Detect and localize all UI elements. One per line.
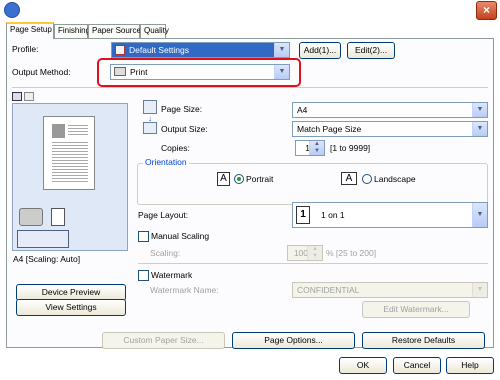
output-size-select[interactable]: Match Page Size ▼ (292, 121, 488, 137)
preview-mode-icon[interactable] (12, 92, 22, 101)
edit-watermark-button[interactable]: Edit Watermark... (362, 301, 470, 318)
tab-finishing[interactable]: Finishing (54, 24, 90, 38)
copies-range: [1 to 9999] (330, 143, 371, 153)
copies-label: Copies: (161, 143, 190, 153)
chevron-down-icon: ▼ (472, 122, 487, 136)
profile-icon (115, 45, 125, 55)
page-layout-label: Page Layout: (138, 210, 189, 220)
landscape-radio[interactable] (362, 174, 372, 184)
profile-value: Default Settings (129, 45, 190, 55)
profile-edit-button[interactable]: Edit(2)... (347, 42, 395, 59)
orientation-label: Orientation (143, 157, 189, 168)
output-size-value: Match Page Size (297, 124, 362, 134)
chevron-down-icon: ▼ (472, 203, 487, 227)
highlight-box (97, 58, 301, 87)
page-preview-image (43, 116, 95, 190)
tab-quality[interactable]: Quality (140, 24, 169, 38)
landscape-label[interactable]: Landscape (374, 174, 416, 185)
page-options-button[interactable]: Page Options... (232, 332, 355, 349)
ok-button[interactable]: OK (339, 357, 387, 374)
watermark-name-label: Watermark Name: (150, 285, 219, 295)
page-layout-select[interactable]: 1 1 on 1 ▼ (292, 202, 488, 228)
manual-scaling-checkbox[interactable] (138, 231, 149, 242)
watermark-value: CONFIDENTIAL (297, 285, 360, 295)
cancel-button[interactable]: Cancel (393, 357, 441, 374)
divider (138, 263, 488, 264)
output-size-icon (143, 122, 157, 134)
chevron-down-icon: ▼ (472, 103, 487, 117)
chevron-down-icon: ▼ (274, 43, 289, 57)
scaling-stepper[interactable]: 100 ▲ ▼ (287, 245, 323, 261)
manual-scaling-label[interactable]: Manual Scaling (151, 231, 209, 242)
page-size-label: Page Size: (161, 104, 203, 114)
watermark-select[interactable]: CONFIDENTIAL ▼ (292, 282, 488, 298)
watermark-label[interactable]: Watermark (151, 270, 192, 281)
tab-paper-source[interactable]: Paper Source (88, 24, 141, 38)
restore-defaults-button[interactable]: Restore Defaults (362, 332, 485, 349)
profile-label: Profile: (12, 44, 39, 54)
page-size-value: A4 (297, 105, 308, 115)
profile-add-button[interactable]: Add(1)... (299, 42, 341, 59)
finishing-icons (17, 230, 69, 248)
preview-area (12, 103, 128, 251)
help-button[interactable]: Help (446, 357, 494, 374)
copies-stepper[interactable]: 1 ▲ ▼ (295, 140, 325, 156)
portrait-label[interactable]: Portrait (246, 174, 273, 185)
page-size-select[interactable]: A4 ▼ (292, 102, 488, 118)
close-button[interactable]: × (476, 1, 497, 20)
stack-icon (51, 208, 65, 226)
watermark-checkbox[interactable] (138, 270, 149, 281)
printer-view-icon[interactable] (24, 92, 34, 101)
scaling-label: Scaling: (150, 248, 181, 258)
orientation-group (137, 163, 488, 205)
scaling-range: % [25 to 200] (326, 248, 377, 258)
tab-page-setup[interactable]: Page Setup (6, 22, 54, 39)
spin-icon[interactable]: ▲ ▼ (307, 246, 322, 260)
chevron-down-icon: ▼ (472, 283, 487, 297)
app-logo-icon (4, 2, 20, 18)
page-layout-icon: 1 (296, 206, 310, 224)
title-bar: × (0, 0, 500, 22)
profile-select[interactable]: Default Settings ▼ (111, 42, 290, 58)
spin-icon[interactable]: ▲ ▼ (309, 141, 324, 155)
preview-caption: A4 [Scaling: Auto] (13, 254, 81, 264)
page-size-icon (143, 100, 157, 114)
landscape-icon: A (341, 172, 357, 185)
output-method-label: Output Method: (12, 67, 71, 77)
custom-paper-size-button[interactable]: Custom Paper Size... (102, 332, 225, 349)
view-settings-button[interactable]: View Settings (16, 299, 126, 316)
printer-device-icon (19, 208, 43, 226)
portrait-icon: A (217, 172, 230, 186)
portrait-radio[interactable] (234, 174, 244, 184)
divider (12, 87, 488, 88)
output-size-label: Output Size: (161, 124, 208, 134)
scaling-value: 100 (293, 248, 308, 258)
